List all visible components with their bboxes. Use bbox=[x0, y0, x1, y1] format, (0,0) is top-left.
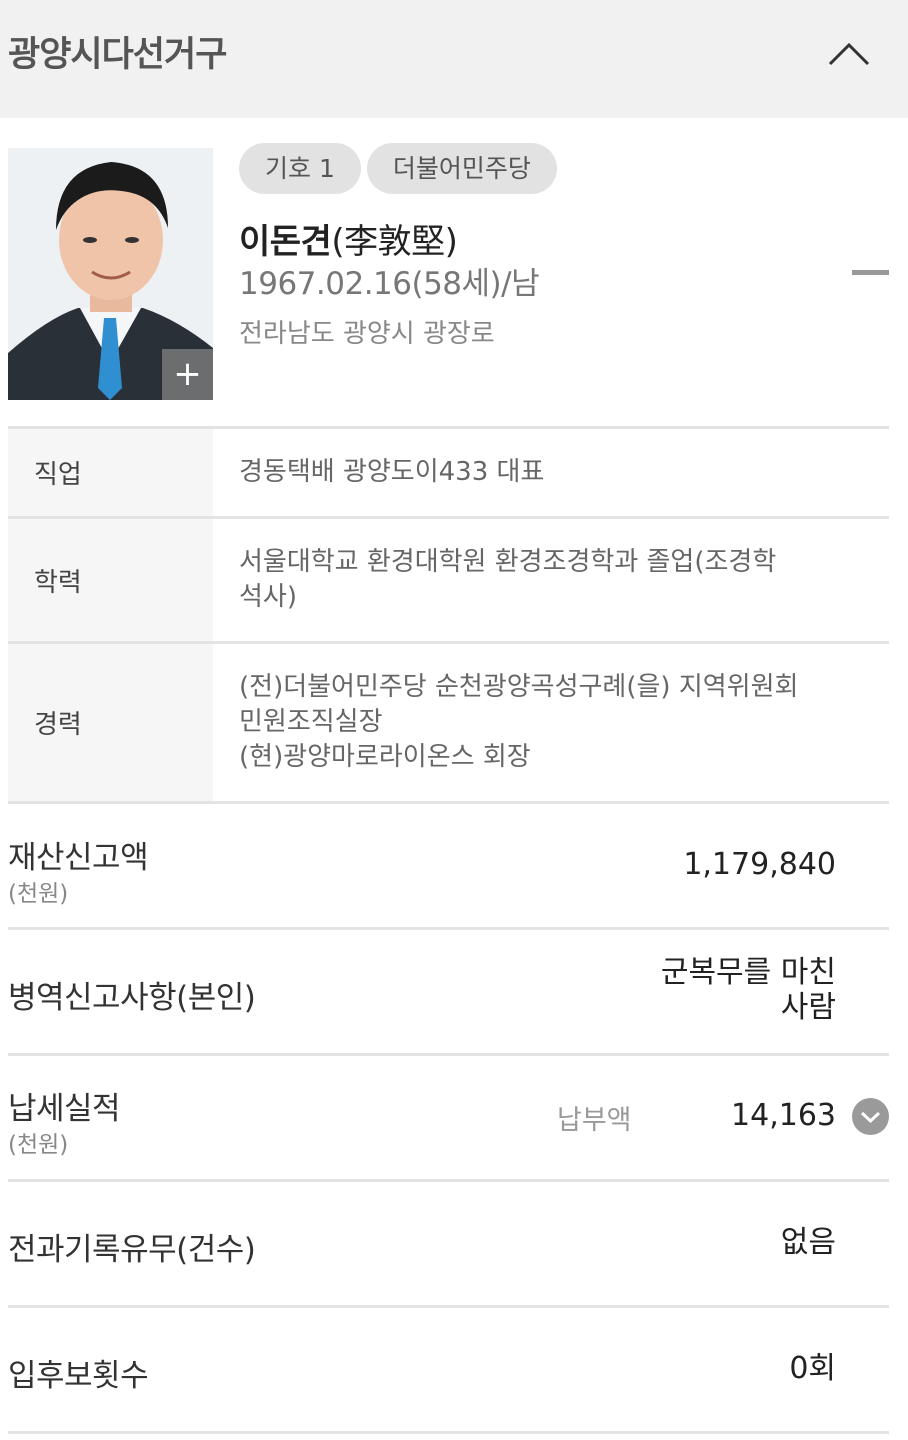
job-label: 직업 bbox=[8, 429, 213, 516]
tax-unit: (천원) bbox=[8, 1132, 69, 1158]
district-title: 광양시다선거구 bbox=[8, 35, 227, 75]
career-line: 민원조직실장 bbox=[239, 707, 383, 737]
chevron-up-icon bbox=[828, 42, 870, 66]
education-value: 서울대학교 환경대학원 환경조경학과 졸업(조경학 석사) bbox=[213, 519, 889, 641]
career-line: (현)광양마로라이온스 회장 bbox=[239, 742, 531, 772]
military-row: 병역신고사항(본인) 군복무를 마친 사람 bbox=[8, 930, 889, 1056]
candidate-photo: + bbox=[8, 148, 213, 400]
candidate-address: 전라남도 광양시 광장로 bbox=[239, 319, 495, 349]
candidate-number-badge: 기호 1 bbox=[239, 143, 361, 194]
property-row: 재산신고액 (천원) 1,179,840 bbox=[8, 804, 889, 930]
military-value: 군복무를 마친 사람 bbox=[661, 955, 836, 1025]
job-text: 경동택배 광양도이433 대표 bbox=[239, 457, 545, 487]
criminal-label: 전과기록유무(건수) bbox=[8, 1232, 256, 1268]
candidate-name-hanja: (李敦堅) bbox=[331, 222, 458, 262]
candidacy-value: 0회 bbox=[789, 1351, 836, 1386]
property-unit: (천원) bbox=[8, 881, 69, 907]
criminal-value: 없음 bbox=[780, 1225, 836, 1260]
job-value: 경동택배 광양도이433 대표 bbox=[213, 429, 889, 516]
candidacy-row: 입후보횟수 0회 bbox=[8, 1308, 889, 1434]
military-line: 군복무를 마친 bbox=[660, 955, 836, 990]
collapse-button[interactable] bbox=[818, 28, 880, 78]
job-row: 직업 경동택배 광양도이433 대표 bbox=[8, 429, 889, 519]
section-header: 광양시다선거구 bbox=[0, 0, 908, 118]
career-row: 경력 (전)더불어민주당 순천광양곡성구례(을) 지역위원회 민원조직실장 (현… bbox=[8, 644, 889, 804]
education-label: 학력 bbox=[8, 519, 213, 641]
property-value: 1,179,840 bbox=[683, 847, 836, 882]
candidate-details-table: 직업 경동택배 광양도이433 대표 학력 서울대학교 환경대학원 환경조경학과… bbox=[8, 426, 889, 804]
candidate-birth: 1967.02.16(58세)/남 bbox=[239, 266, 540, 302]
criminal-row: 전과기록유무(건수) 없음 bbox=[8, 1182, 889, 1308]
candidate-badges: 기호 1 더불어민주당 bbox=[239, 143, 557, 194]
tax-label: 납세실적 bbox=[8, 1091, 121, 1127]
career-line: (전)더불어민주당 순천광양곡성구례(을) 지역위원회 bbox=[239, 672, 799, 702]
minus-icon[interactable] bbox=[852, 270, 889, 275]
military-label: 병역신고사항(본인) bbox=[8, 980, 256, 1016]
party-badge: 더불어민주당 bbox=[366, 143, 557, 194]
chevron-down-icon bbox=[860, 1111, 881, 1124]
candidate-name-korean: 이돈견 bbox=[239, 222, 332, 262]
military-line: 사람 bbox=[780, 990, 836, 1025]
career-value: (전)더불어민주당 순천광양곡성구례(을) 지역위원회 민원조직실장 (현)광양… bbox=[213, 644, 889, 801]
property-label: 재산신고액 bbox=[8, 840, 149, 876]
candidacy-label: 입후보횟수 bbox=[8, 1358, 149, 1394]
education-line: 서울대학교 환경대학원 환경조경학과 졸업(조경학 bbox=[239, 547, 777, 577]
tax-value: 14,163 bbox=[731, 1098, 836, 1133]
photo-zoom-button[interactable]: + bbox=[162, 349, 213, 400]
tax-row: 납세실적 (천원) 납부액 14,163 bbox=[8, 1056, 889, 1182]
tax-sub-label: 납부액 bbox=[557, 1105, 632, 1136]
education-row: 학력 서울대학교 환경대학원 환경조경학과 졸업(조경학 석사) bbox=[8, 519, 889, 644]
career-label: 경력 bbox=[8, 644, 213, 801]
tax-expand-button[interactable] bbox=[852, 1098, 889, 1135]
education-line: 석사) bbox=[239, 582, 297, 612]
candidate-name: 이돈견(李敦堅) bbox=[239, 214, 458, 263]
